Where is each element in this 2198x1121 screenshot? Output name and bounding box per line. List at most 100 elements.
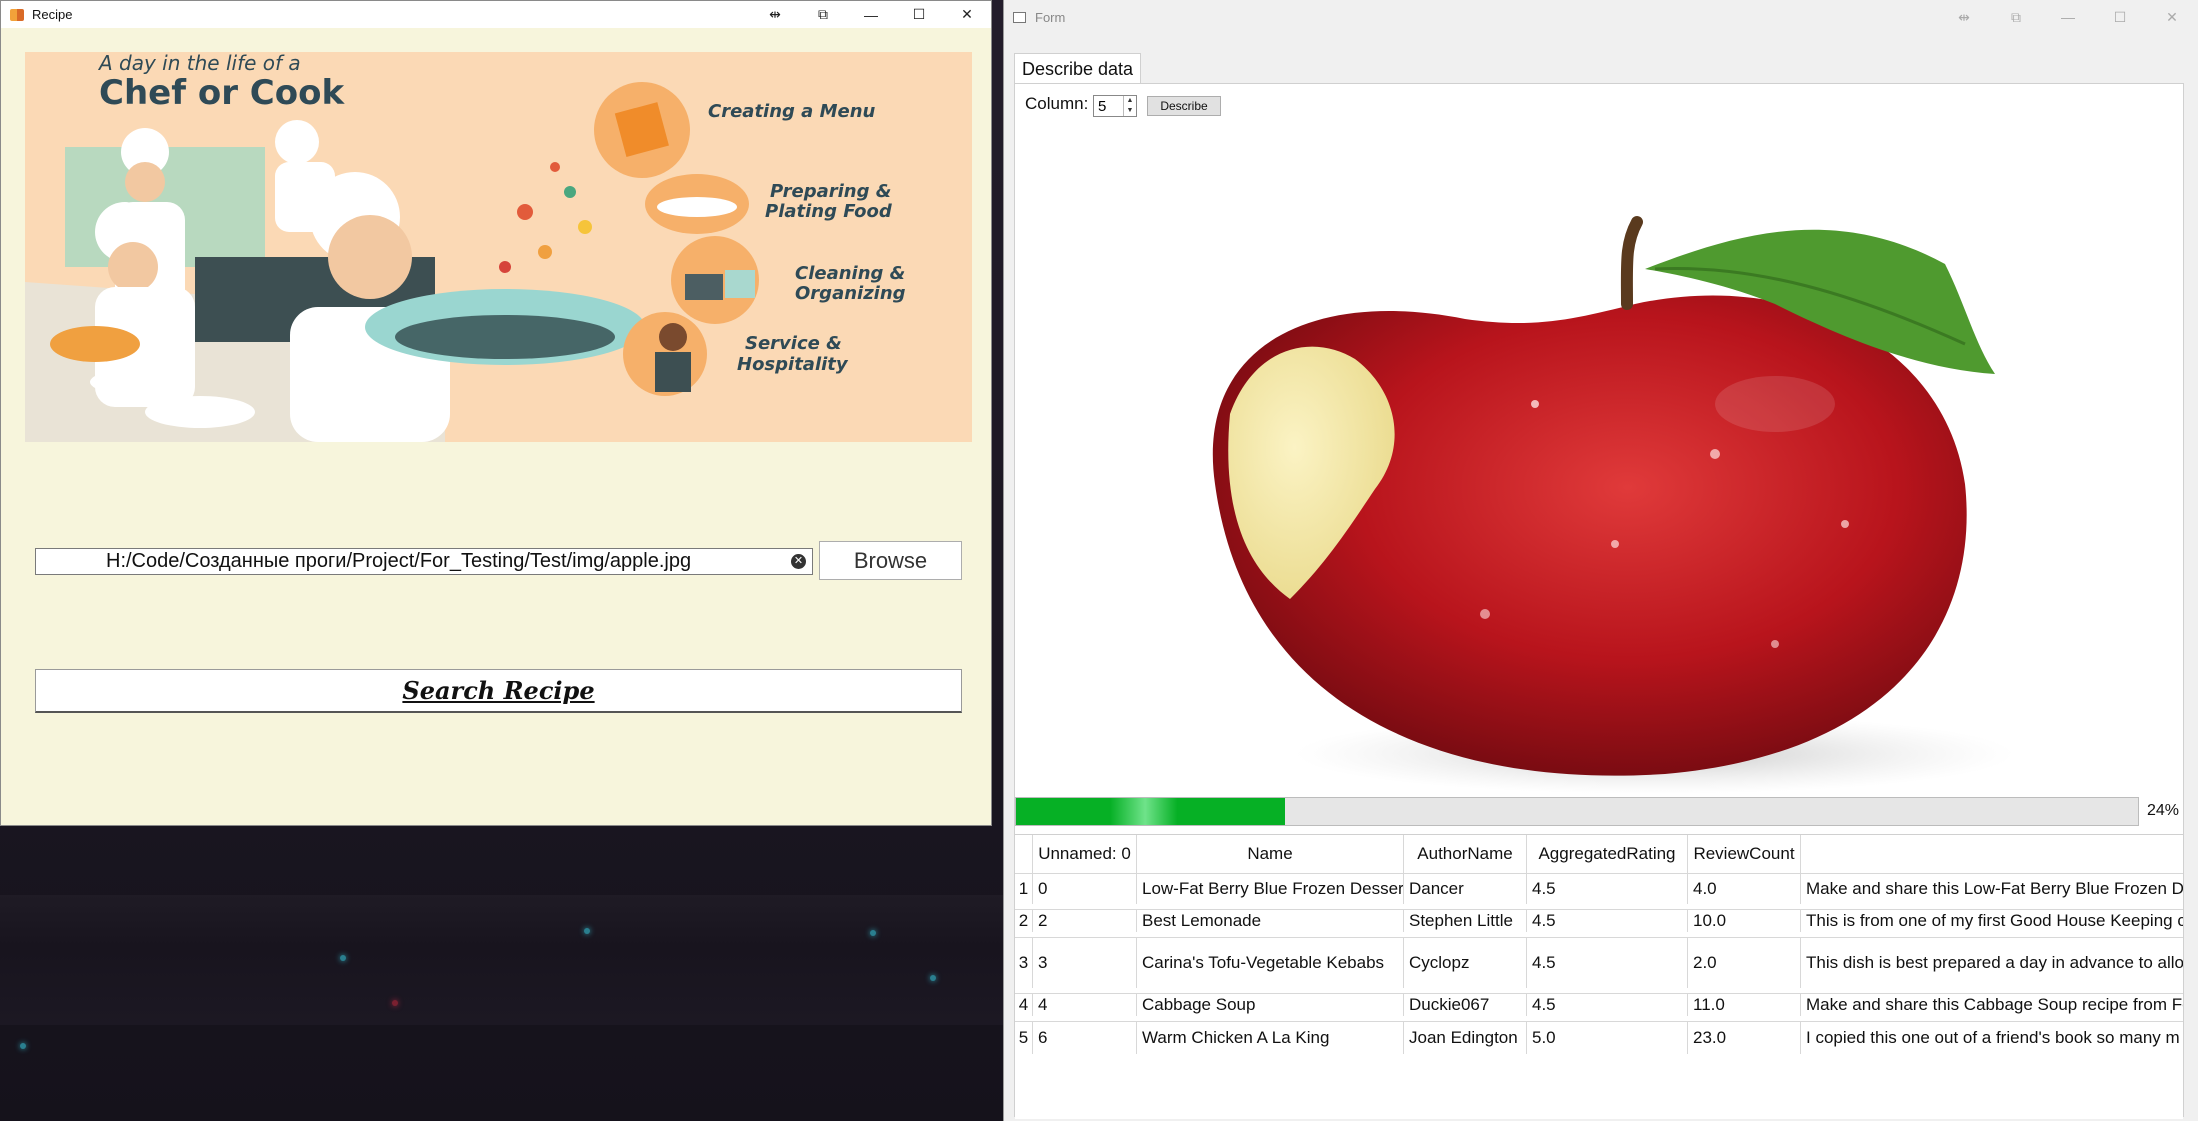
image-path-input[interactable]: H:/Code/Созданные проги/Project/For_Test… [35,548,813,575]
recipe-titlebar: Recipe ⇹ ⧉ — ☐ ✕ [1,1,991,28]
table-cell[interactable]: Duckie067 [1404,994,1527,1016]
minimize-button[interactable]: — [2042,0,2094,34]
banner-item-text: Organizing [795,283,906,304]
banner-item-text: Preparing & [770,181,891,202]
column-spinbox[interactable]: 5 ▲ ▼ [1093,95,1137,117]
maximize-button[interactable]: ☐ [2094,0,2146,34]
table-cell[interactable]: 4 [1033,994,1137,1016]
star [392,1000,398,1006]
window-title: Recipe [32,7,73,22]
image-path-value: H:/Code/Созданные проги/Project/For_Test… [106,550,692,572]
table-cell[interactable]: 6 [1033,1022,1137,1054]
column-header[interactable]: Name [1137,835,1404,873]
star [930,975,936,981]
window-icon [1013,11,1026,23]
column-header[interactable]: Unnamed: 0 [1033,835,1137,873]
table-cell[interactable]: Dancer [1404,874,1527,904]
table-row[interactable]: 3 3 Carina's Tofu-Vegetable Kebabs Cyclopz 4… [1015,937,2183,988]
column-header[interactable] [1801,835,2183,873]
table-cell[interactable]: 2.0 [1688,938,1801,988]
table-cell[interactable]: Cyclopz [1404,938,1527,988]
table-cell[interactable]: This dish is best prepared a day in adva… [1801,938,2183,988]
table-row[interactable]: 1 0 Low-Fat Berry Blue Frozen Dessert Dance… [1015,873,2183,904]
row-header[interactable]: 2 [1015,910,1033,932]
table-cell[interactable]: Warm Chicken A La King [1137,1022,1404,1054]
restore-tab-icon[interactable]: ⧉ [799,1,847,28]
form-titlebar: Form ⇹ ⧉ — ☐ ✕ [1004,0,2198,34]
recipe-window: Recipe ⇹ ⧉ — ☐ ✕ A day in the life of a … [0,0,992,826]
table-cell[interactable]: 2 [1033,910,1137,932]
search-recipe-button[interactable]: Search Recipe [35,669,962,713]
chef-banner-image: A day in the life of a Chef or Cook Crea… [25,52,972,442]
row-header[interactable]: 3 [1015,938,1033,988]
table-row[interactable]: 5 6 Warm Chicken A La King Joan Edington 5.0… [1015,1021,2183,1054]
table-row[interactable]: 2 2 Best Lemonade Stephen Little 4.5 10.0 This… [1015,909,2183,932]
spin-arrows-icon[interactable]: ▲ ▼ [1123,96,1136,116]
describe-button[interactable]: Describe [1147,96,1221,116]
column-header[interactable]: AggregatedRating [1527,835,1688,873]
data-table[interactable]: Unnamed: 0 Name AuthorName AggregatedRat… [1015,834,2183,1119]
tab-describe-data[interactable]: Describe data [1014,53,1141,84]
table-cell[interactable]: Carina's Tofu-Vegetable Kebabs [1137,938,1404,988]
snap-icon[interactable]: ⇹ [1938,0,1990,34]
column-label: Column: [1025,94,1089,113]
table-corner[interactable] [1015,835,1033,873]
column-header[interactable]: ReviewCount [1688,835,1801,873]
apple-image [1015,144,2183,794]
minimize-button[interactable]: — [847,1,895,28]
restore-tab-icon[interactable]: ⧉ [1990,0,2042,34]
clear-icon[interactable]: ✕ [791,554,806,569]
table-cell[interactable]: This is from one of my first Good House … [1801,910,2183,932]
snap-icon[interactable]: ⇹ [751,1,799,28]
table-row[interactable]: 4 4 Cabbage Soup Duckie067 4.5 11.0 Make and s… [1015,993,2183,1016]
window-title: Form [1035,9,1066,25]
table-cell[interactable]: I copied this one out of a friend's book… [1801,1022,2183,1054]
star [20,1043,26,1049]
banner-item-text: Hospitality [737,354,849,375]
progress-fill [1016,798,1286,825]
describe-data-panel: Column: 5 ▲ ▼ Describe 24% Unnamed: 0 Na… [1014,83,2184,1119]
table-cell[interactable]: 4.0 [1688,874,1801,904]
table-cell[interactable]: 4.5 [1527,910,1688,932]
table-cell[interactable]: 4.5 [1527,938,1688,988]
table-header: Unnamed: 0 Name AuthorName AggregatedRat… [1015,835,2183,873]
column-value: 5 [1098,98,1107,115]
table-cell[interactable]: Cabbage Soup [1137,994,1404,1016]
close-button[interactable]: ✕ [943,1,991,28]
table-cell[interactable]: Joan Edington [1404,1022,1527,1054]
row-header[interactable]: 5 [1015,1022,1033,1054]
maximize-button[interactable]: ☐ [895,1,943,28]
progress-percent: 24% [2147,802,2180,819]
star [870,930,876,936]
column-header[interactable]: AuthorName [1404,835,1527,873]
table-cell[interactable]: Make and share this Cabbage Soup recipe … [1801,994,2183,1016]
star [584,928,590,934]
form-window: Form ⇹ ⧉ — ☐ ✕ Describe data Column: 5 ▲… [1003,0,2198,1121]
banner-item-text: Cleaning & [795,263,905,284]
row-header[interactable]: 4 [1015,994,1033,1016]
table-cell[interactable]: Make and share this Low-Fat Berry Blue F… [1801,874,2183,904]
progress-bar [1015,797,2139,826]
star [340,955,346,961]
table-cell[interactable]: 5.0 [1527,1022,1688,1054]
banner-big-title: Chef or Cook [99,73,345,113]
table-cell[interactable]: Stephen Little [1404,910,1527,932]
table-cell[interactable]: 23.0 [1688,1022,1801,1054]
table-cell[interactable]: Low-Fat Berry Blue Frozen Dessert [1137,874,1404,904]
table-cell[interactable]: 11.0 [1688,994,1801,1016]
browse-button[interactable]: Browse [819,541,962,580]
banner-item-text: Service & [745,333,842,354]
row-header[interactable]: 1 [1015,874,1033,904]
app-icon [10,8,24,21]
banner-item-text: Creating a Menu [708,101,876,122]
close-button[interactable]: ✕ [2146,0,2198,34]
banner-small-title: A day in the life of a [97,52,301,75]
table-cell[interactable]: 3 [1033,938,1137,988]
table-cell[interactable]: 0 [1033,874,1137,904]
table-cell[interactable]: Best Lemonade [1137,910,1404,932]
table-cell[interactable]: 10.0 [1688,910,1801,932]
desktop-band [0,895,1003,1025]
table-cell[interactable]: 4.5 [1527,874,1688,904]
table-cell[interactable]: 4.5 [1527,994,1688,1016]
banner-item-text: Plating Food [765,201,893,222]
